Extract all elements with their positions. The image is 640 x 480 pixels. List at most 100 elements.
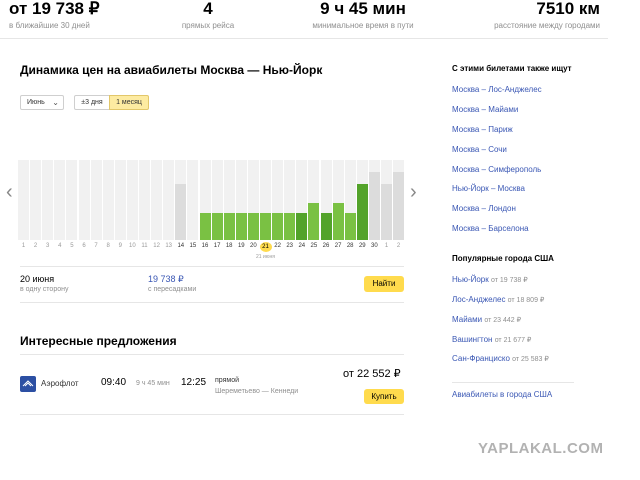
chart-day-label[interactable]: 13	[163, 242, 175, 250]
range-option-1-month[interactable]: 1 месяц	[109, 95, 149, 110]
chart-day-label[interactable]: 11	[139, 242, 151, 250]
buy-button[interactable]: Купить	[364, 389, 404, 404]
chart-column-bg	[151, 160, 163, 240]
chart-bar[interactable]	[199, 212, 211, 240]
chart-day-label[interactable]: 3	[42, 242, 54, 250]
chart-bar[interactable]	[247, 212, 259, 240]
chart-day-label[interactable]: 25	[308, 242, 320, 250]
chart-day-label[interactable]: 1	[18, 242, 30, 250]
popular-city-link[interactable]: Вашингтон от 21 677 ₽	[452, 335, 531, 344]
chart-bar[interactable]	[332, 202, 344, 240]
distance-caption: расстояние между городами	[494, 21, 600, 30]
selected-price-caption: с пересадками	[148, 286, 197, 293]
chart-bar[interactable]	[344, 212, 356, 240]
chart-day-label[interactable]: 23	[284, 242, 296, 250]
popular-city-link[interactable]: Майами от 23 442 ₽	[452, 315, 521, 324]
chart-prev-arrow-icon[interactable]: ‹	[6, 182, 13, 202]
usa-cities-link[interactable]: Авиабилеты в города США	[452, 390, 552, 399]
chart-column-bg	[126, 160, 138, 240]
chart-next-arrow-icon[interactable]: ›	[410, 182, 417, 202]
sidebar-route-link[interactable]: Москва – Майами	[452, 105, 518, 114]
chart-day-label[interactable]: 24	[296, 242, 308, 250]
chart-column-bg	[139, 160, 150, 240]
popular-city-price: от 23 442 ₽	[484, 317, 522, 324]
chart-bar[interactable]	[272, 212, 284, 240]
chevron-down-icon: ⌄	[52, 98, 59, 107]
sidebar-route-link[interactable]: Москва – Лондон	[452, 204, 516, 213]
chart-column-bg	[114, 160, 126, 240]
chart-day-label[interactable]: 9	[114, 242, 126, 250]
chart-day-label[interactable]: 29	[356, 242, 368, 250]
chart-day-label[interactable]: 17	[211, 242, 223, 250]
chart-bar[interactable]	[260, 212, 271, 240]
chart-day-label[interactable]: 22	[272, 242, 284, 250]
chart-day-label[interactable]: 27	[332, 242, 344, 250]
chart-bar[interactable]	[284, 212, 296, 240]
offers-bottom-divider	[20, 414, 404, 415]
chart-bar[interactable]	[320, 212, 332, 240]
chart-bar[interactable]	[175, 184, 187, 240]
popular-city-link[interactable]: Сан-Франциско от 25 583 ₽	[452, 354, 549, 363]
range-option-3-days[interactable]: ±3 дня	[74, 95, 110, 110]
chart-day-label[interactable]: 19	[235, 242, 247, 250]
offer-arrive-time: 12:25	[181, 377, 207, 388]
chart-day-label[interactable]: 26	[320, 242, 332, 250]
sidebar-route-link[interactable]: Москва – Симферополь	[452, 165, 541, 174]
chart-day-label[interactable]: 2	[30, 242, 42, 250]
min-price-caption: в ближайшие 30 дней	[9, 21, 90, 30]
chart-day-label[interactable]: 6	[78, 242, 90, 250]
sidebar-route-link[interactable]: Нью-Йорк – Москва	[452, 184, 525, 193]
chart-day-label[interactable]: 30	[368, 242, 380, 250]
chart-day-label[interactable]: 16	[199, 242, 211, 250]
popular-city-link[interactable]: Лос-Анджелес от 18 809 ₽	[452, 295, 544, 304]
chart-day-label[interactable]: 7	[90, 242, 102, 250]
chart-day-label[interactable]: 14	[175, 242, 187, 250]
popular-city-link[interactable]: Нью-Йорк от 19 738 ₽	[452, 275, 528, 284]
chart-column-bg	[18, 160, 29, 240]
chart-column-bg	[54, 160, 66, 240]
offer-airline: Аэрофлот	[41, 379, 79, 388]
chart-day-label[interactable]: 21	[259, 242, 272, 252]
sidebar-route-link[interactable]: Москва – Барселона	[452, 224, 529, 233]
chart-day-label[interactable]: 8	[102, 242, 114, 250]
chart-column-bg	[90, 160, 102, 240]
chart-column-bg	[102, 160, 114, 240]
price-chart: 1 2 3 4 5 6 7 8 9 10 11 12 13 14 15 16 17 18 19 20 21 22 23 24 2…	[18, 150, 408, 265]
sidebar-route-link[interactable]: Москва – Париж	[452, 125, 513, 134]
chart-day-label[interactable]: 20	[247, 242, 259, 250]
chart-day-label[interactable]: 4	[54, 242, 66, 250]
selected-day-month-label: 21 июня	[256, 254, 275, 260]
month-select[interactable]: Июнь ⌄	[20, 95, 64, 110]
chart-bar[interactable]	[235, 212, 247, 240]
chart-day-label[interactable]: 2	[393, 242, 405, 250]
popular-city-price: от 18 809 ₽	[507, 297, 545, 304]
chart-bar[interactable]	[296, 212, 308, 240]
sidebar-route-link[interactable]: Москва – Сочи	[452, 145, 507, 154]
stat-direct-flights: 4 прямых рейса	[160, 0, 256, 31]
offer-airports: Шереметьево — Кеннеди	[215, 388, 299, 395]
chart-day-label[interactable]: 5	[66, 242, 78, 250]
sidebar-also-title: С этими билетами также ищут	[452, 64, 572, 73]
chart-day-label[interactable]: 12	[151, 242, 163, 250]
chart-bar[interactable]	[356, 184, 368, 240]
chart-section-title: Динамика цен на авиабилеты Москва — Нью-…	[20, 63, 323, 77]
chart-day-label[interactable]: 28	[344, 242, 356, 250]
selected-price[interactable]: 19 738 ₽	[148, 274, 184, 285]
chart-day-label[interactable]: 15	[187, 242, 199, 250]
sidebar-route-link[interactable]: Москва – Лос-Анджелес	[452, 85, 542, 94]
direct-flights-value: 4	[203, 0, 213, 18]
aeroflot-logo-icon	[20, 376, 36, 392]
chart-bar[interactable]	[368, 171, 380, 240]
chart-bar[interactable]	[223, 212, 235, 240]
chart-bar[interactable]	[381, 184, 392, 240]
find-button[interactable]: Найти	[364, 276, 404, 292]
chart-bar[interactable]	[211, 212, 223, 240]
chart-day-label[interactable]: 10	[126, 242, 138, 250]
popular-city-name: Нью-Йорк	[452, 275, 489, 284]
chart-day-label[interactable]: 18	[223, 242, 235, 250]
direct-flights-caption: прямых рейса	[181, 21, 235, 30]
chart-day-label[interactable]: 1	[381, 242, 393, 250]
chart-bar[interactable]	[393, 171, 405, 240]
stats-divider	[0, 38, 608, 39]
chart-bar[interactable]	[308, 202, 320, 240]
